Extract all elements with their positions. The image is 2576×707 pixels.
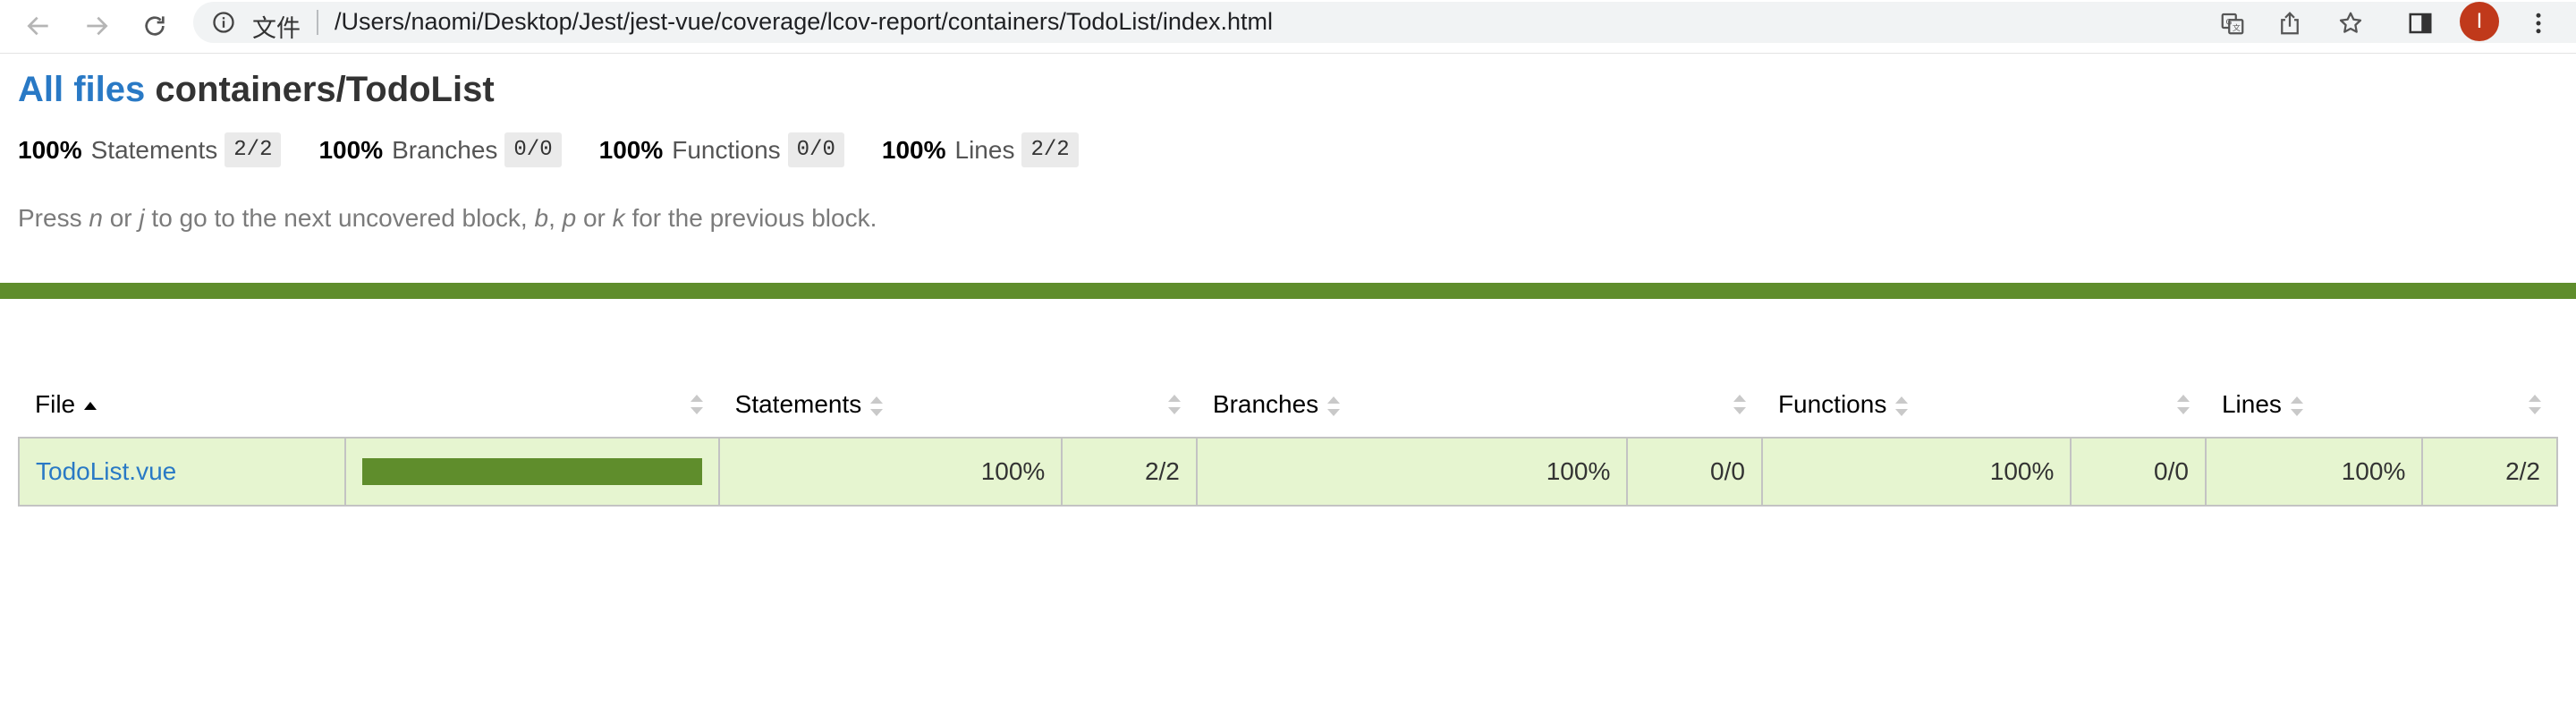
sort-icon <box>2290 396 2303 416</box>
summary-label: Branches <box>392 135 498 164</box>
hint-key: b <box>534 204 549 232</box>
summary-fraction: 2/2 <box>1021 132 1079 167</box>
hint-key: p <box>562 204 577 232</box>
share-button[interactable] <box>2272 5 2308 41</box>
column-header-functions[interactable]: Functions <box>1762 372 2071 438</box>
branches-fraction: 0/0 <box>1626 437 1763 507</box>
coverage-table: File Statements Branches Functions Lines… <box>18 372 2558 507</box>
sort-ascending-icon <box>84 396 97 416</box>
share-icon <box>2281 12 2299 35</box>
info-icon[interactable] <box>211 10 236 35</box>
hint-text: or <box>576 204 613 232</box>
coverage-bar-cell <box>343 437 720 507</box>
column-header-branches[interactable]: Branches <box>1197 372 1627 438</box>
column-header-statements[interactable]: Statements <box>719 372 1063 438</box>
summary-lines: 100% Lines 2/2 <box>882 132 1079 167</box>
file-link[interactable]: TodoList.vue <box>36 457 176 485</box>
table-header-row: File Statements Branches Functions Lines <box>19 372 2557 438</box>
side-panel-button[interactable] <box>2402 5 2438 41</box>
summary-fraction: 2/2 <box>225 132 282 167</box>
sidebar-icon <box>2409 13 2432 34</box>
svg-text:文: 文 <box>2233 22 2241 33</box>
coverage-summary: 100% Statements 2/2 100% Branches 0/0 10… <box>18 132 1116 167</box>
summary-branches: 100% Branches 0/0 <box>318 132 562 167</box>
browser-toolbar: 文件 /Users/naomi/Desktop/Jest/jest-vue/co… <box>0 0 2576 54</box>
branches-pct: 100% <box>1195 437 1629 507</box>
translate-icon: G 文 <box>2221 13 2244 35</box>
profile-avatar[interactable]: I <box>2460 2 2499 41</box>
breadcrumb-all-files-link[interactable]: All files <box>18 70 145 109</box>
star-icon <box>2339 12 2362 33</box>
coverage-status-bar <box>0 283 2576 299</box>
column-header-lines[interactable]: Lines <box>2206 372 2422 438</box>
menu-icon <box>2536 13 2541 34</box>
column-header-statements-raw[interactable] <box>1062 372 1197 438</box>
header-label: Functions <box>1777 390 1887 418</box>
hint-text: to go to the next uncovered block, <box>144 204 535 232</box>
statements-pct: 100% <box>717 437 1063 507</box>
translate-button[interactable]: G 文 <box>2215 5 2250 41</box>
page-title: All files containers/TodoList <box>18 70 495 110</box>
table-row: TodoList.vue 100% 2/2 100% 0/0 100% 0/0 … <box>18 437 2558 507</box>
bookmark-button[interactable] <box>2333 5 2368 41</box>
address-bar[interactable]: 文件 /Users/naomi/Desktop/Jest/jest-vue/co… <box>193 2 2576 43</box>
coverage-bar <box>361 458 702 485</box>
header-label: Branches <box>1212 390 1319 418</box>
column-header-functions-raw[interactable] <box>2071 372 2206 438</box>
sort-icon <box>1167 395 1181 414</box>
omnibox-divider <box>317 10 318 35</box>
url-text[interactable]: /Users/naomi/Desktop/Jest/jest-vue/cover… <box>335 8 1273 36</box>
hint-key: k <box>612 204 625 232</box>
column-header-lines-raw[interactable] <box>2422 372 2557 438</box>
browser-menu-button[interactable] <box>2521 5 2556 41</box>
summary-pct: 100% <box>598 135 664 164</box>
statements-fraction: 2/2 <box>1061 437 1198 507</box>
summary-label: Lines <box>954 135 1015 164</box>
column-header-file[interactable]: File <box>19 372 345 438</box>
back-button[interactable] <box>18 5 59 47</box>
sort-icon <box>1733 395 1746 414</box>
header-label: Lines <box>2221 390 2282 418</box>
column-header-file-bar[interactable] <box>345 372 719 438</box>
column-header-branches-raw[interactable] <box>1627 372 1762 438</box>
svg-text:G: G <box>2226 18 2233 27</box>
sort-icon <box>2176 395 2190 414</box>
back-icon <box>27 16 48 36</box>
forward-button[interactable] <box>76 5 117 47</box>
summary-fraction: 0/0 <box>504 132 562 167</box>
lines-fraction: 2/2 <box>2421 437 2558 507</box>
functions-pct: 100% <box>1760 437 2072 507</box>
summary-pct: 100% <box>318 135 384 164</box>
hint-text: or <box>102 204 140 232</box>
hint-key: n <box>89 204 103 232</box>
header-label: File <box>35 390 76 418</box>
file-cell: TodoList.vue <box>18 437 346 507</box>
sort-icon <box>1895 396 1909 416</box>
summary-functions: 100% Functions 0/0 <box>599 132 844 167</box>
forward-icon <box>87 16 108 36</box>
hint-text: , <box>548 204 563 232</box>
coverage-bar-fill <box>361 458 702 485</box>
summary-label: Functions <box>672 135 781 164</box>
hint-text: for the previous block. <box>624 204 877 232</box>
reload-icon <box>145 16 165 36</box>
sort-icon <box>1327 396 1341 416</box>
reload-button[interactable] <box>134 5 175 47</box>
summary-pct: 100% <box>18 135 82 164</box>
keyboard-hint: Press n or j to go to the next uncovered… <box>18 204 877 233</box>
sort-icon <box>690 395 703 414</box>
summary-statements: 100% Statements 2/2 <box>18 132 282 167</box>
lines-pct: 100% <box>2204 437 2424 507</box>
functions-fraction: 0/0 <box>2070 437 2207 507</box>
site-info-label[interactable]: 文件 <box>252 9 301 44</box>
sort-icon <box>870 396 884 416</box>
summary-label: Statements <box>90 135 218 164</box>
sort-icon <box>2529 395 2541 414</box>
header-label: Statements <box>734 390 862 418</box>
summary-fraction: 0/0 <box>787 132 844 167</box>
hint-text: Press <box>18 204 89 232</box>
summary-pct: 100% <box>881 135 946 164</box>
directory-name: containers/TodoList <box>155 70 495 109</box>
